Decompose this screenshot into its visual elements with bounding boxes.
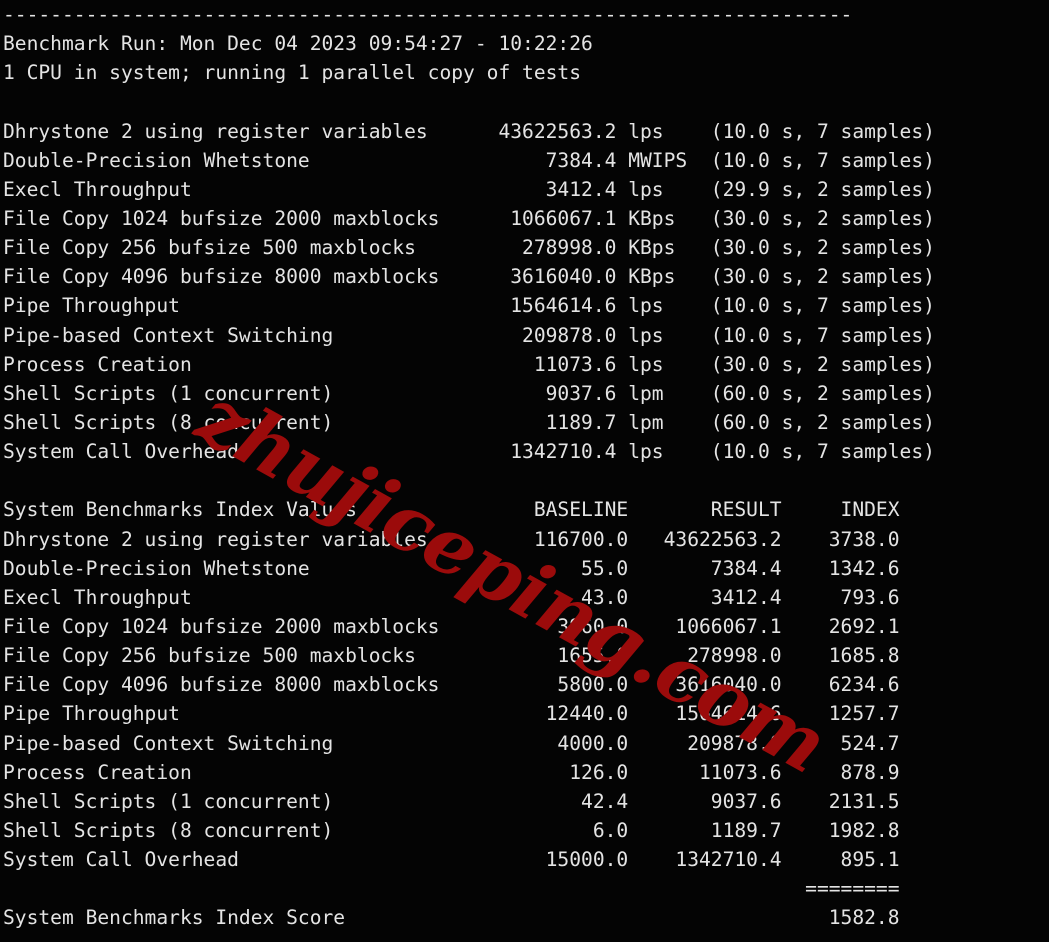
index-table-row: Execl Throughput 43.0 3412.4 793.6	[3, 585, 900, 609]
index-table-row: Dhrystone 2 using register variables 116…	[3, 527, 900, 551]
index-score-line: System Benchmarks Index Score 1582.8	[3, 906, 900, 930]
index-table-row: Process Creation 126.0 11073.6 878.9	[3, 760, 900, 784]
terminal-text-body: ----------------------------------------…	[0, 0, 1049, 933]
index-table-row: Shell Scripts (1 concurrent) 42.4 9037.6…	[3, 789, 900, 813]
benchmark-run-line: Benchmark Run: Mon Dec 04 2023 09:54:27 …	[3, 32, 593, 56]
raw-result-row: Pipe Throughput 1564614.6 lps (10.0 s, 7…	[3, 294, 935, 318]
index-table-row: Pipe Throughput 12440.0 1564614.6 1257.7	[3, 702, 900, 726]
raw-result-row: Shell Scripts (8 concurrent) 1189.7 lpm …	[3, 410, 935, 434]
separator-line-top: ----------------------------------------…	[3, 3, 853, 26]
raw-result-row: System Call Overhead 1342710.4 lps (10.0…	[3, 440, 935, 464]
raw-result-row: File Copy 1024 bufsize 2000 maxblocks 10…	[3, 206, 935, 230]
index-table-row: File Copy 1024 bufsize 2000 maxblocks 39…	[3, 614, 900, 638]
raw-result-row: File Copy 256 bufsize 500 maxblocks 2789…	[3, 236, 935, 260]
index-table-row: File Copy 4096 bufsize 8000 maxblocks 58…	[3, 673, 900, 697]
raw-result-row: Double-Precision Whetstone 7384.4 MWIPS …	[3, 148, 935, 172]
raw-result-row: Execl Throughput 3412.4 lps (29.9 s, 2 s…	[3, 177, 935, 201]
raw-result-row: Process Creation 11073.6 lps (30.0 s, 2 …	[3, 352, 935, 376]
index-table-row: Pipe-based Context Switching 4000.0 2098…	[3, 731, 900, 755]
raw-result-row: File Copy 4096 bufsize 8000 maxblocks 36…	[3, 265, 935, 289]
raw-result-row: Pipe-based Context Switching 209878.0 lp…	[3, 323, 935, 347]
raw-result-row: Shell Scripts (1 concurrent) 9037.6 lpm …	[3, 381, 935, 405]
cpu-info-line: 1 CPU in system; running 1 parallel copy…	[3, 61, 582, 85]
index-table-header: System Benchmarks Index Values BASELINE …	[3, 498, 900, 522]
index-table-row: Shell Scripts (8 concurrent) 6.0 1189.7 …	[3, 818, 900, 842]
index-table-row: System Call Overhead 15000.0 1342710.4 8…	[3, 848, 900, 872]
terminal-window: zhujiceping.com ------------------------…	[0, 0, 1049, 942]
index-table-row: File Copy 256 bufsize 500 maxblocks 1655…	[3, 644, 900, 668]
raw-result-row: Dhrystone 2 using register variables 436…	[3, 119, 935, 143]
index-table-row: Double-Precision Whetstone 55.0 7384.4 1…	[3, 556, 900, 580]
score-separator-line: ========	[3, 877, 900, 901]
